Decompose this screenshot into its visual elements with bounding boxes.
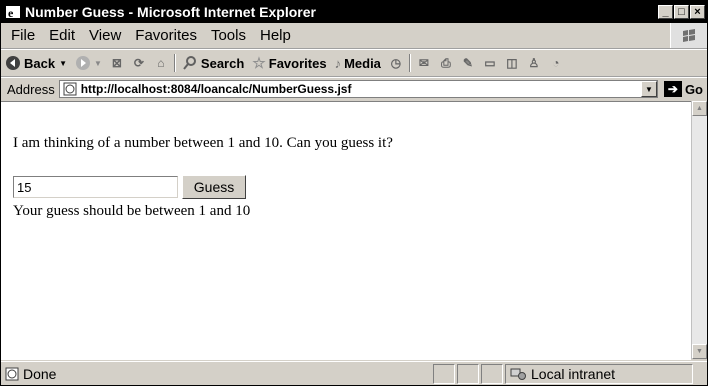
status-pane <box>433 364 455 384</box>
browser-window: e Number Guess - Microsoft Internet Expl… <box>0 0 708 386</box>
menu-file[interactable]: File <box>1 27 42 44</box>
chat-icon[interactable]: ◔ <box>548 55 564 71</box>
back-arrow-icon <box>6 56 20 70</box>
address-label: Address <box>7 81 55 97</box>
close-button[interactable]: × <box>690 5 705 19</box>
media-icon: ♪ <box>334 55 342 71</box>
mail-icon[interactable]: ✉ <box>416 55 432 71</box>
address-dropdown-button[interactable]: ▼ <box>640 81 657 97</box>
menu-help[interactable]: Help <box>253 27 298 44</box>
windows-logo-icon <box>670 23 707 48</box>
window-title: Number Guess - Microsoft Internet Explor… <box>25 4 316 20</box>
menu-view[interactable]: View <box>82 27 128 44</box>
forward-button[interactable]: ▼ <box>71 55 106 71</box>
zone-label: Local intranet <box>531 366 616 382</box>
print-icon[interactable]: ⎙ <box>438 55 454 71</box>
history-icon[interactable]: ◷ <box>388 55 404 71</box>
menu-edit[interactable]: Edit <box>42 27 82 44</box>
resize-grip[interactable] <box>693 364 707 384</box>
forward-arrow-icon <box>76 56 90 70</box>
messenger-icon[interactable]: ♙ <box>526 55 542 71</box>
favorites-label: Favorites <box>268 55 327 71</box>
favorites-button[interactable]: ☆ Favorites <box>248 54 330 72</box>
search-button[interactable]: Search <box>178 55 248 71</box>
menu-bar: File Edit View Favorites Tools Help <box>1 23 707 49</box>
go-label: Go <box>684 81 703 97</box>
status-bar: Done Local intranet <box>1 361 707 385</box>
page-content: I am thinking of a number between 1 and … <box>1 101 691 360</box>
address-url[interactable]: http://localhost:8084/loancalc/NumberGue… <box>81 82 641 96</box>
search-label: Search <box>200 55 245 71</box>
guess-button[interactable]: Guess <box>182 175 246 199</box>
go-button[interactable]: ➔ Go <box>660 81 707 97</box>
media-button[interactable]: ♪ Media <box>331 56 385 71</box>
page-icon <box>63 82 77 96</box>
discuss-icon[interactable]: ▭ <box>482 55 498 71</box>
research-icon[interactable]: ◫ <box>504 55 520 71</box>
scroll-up-arrow[interactable]: ▲ <box>692 101 707 116</box>
menu-tools[interactable]: Tools <box>204 27 253 44</box>
guess-input[interactable] <box>13 176 178 198</box>
title-bar: e Number Guess - Microsoft Internet Expl… <box>1 1 707 23</box>
toolbar-separator <box>173 54 176 72</box>
svg-text:e: e <box>8 6 14 20</box>
standard-toolbar: Back ▼ ▼ ⊠ ⟳ ⌂ Search ☆ Favorites ♪ Medi… <box>1 49 707 77</box>
maximize-button[interactable]: □ <box>674 5 689 19</box>
address-field[interactable]: http://localhost:8084/loancalc/NumberGue… <box>58 80 658 98</box>
status-text: Done <box>23 366 57 382</box>
intranet-icon <box>510 368 526 380</box>
stop-icon[interactable]: ⊠ <box>109 55 125 71</box>
refresh-icon[interactable]: ⟳ <box>131 55 147 71</box>
vertical-scrollbar[interactable]: ▲ ▼ <box>691 101 707 359</box>
menu-favorites[interactable]: Favorites <box>128 27 204 44</box>
go-arrow-icon: ➔ <box>663 81 682 97</box>
ie-logo-icon: e <box>6 6 20 20</box>
star-icon: ☆ <box>252 55 266 72</box>
page-done-icon <box>5 367 19 381</box>
search-icon <box>183 56 196 70</box>
security-zone: Local intranet <box>505 364 693 384</box>
back-label: Back <box>24 55 56 71</box>
media-label: Media <box>344 55 381 71</box>
status-pane <box>481 364 503 384</box>
address-bar: Address http://localhost:8084/loancalc/N… <box>1 77 707 100</box>
scroll-down-arrow[interactable]: ▼ <box>692 344 707 359</box>
status-pane <box>457 364 479 384</box>
guess-prompt: I am thinking of a number between 1 and … <box>13 135 393 151</box>
back-button[interactable]: Back ▼ <box>1 55 71 71</box>
validation-message: Your guess should be between 1 and 10 <box>13 203 251 219</box>
edit-icon[interactable]: ✎ <box>460 55 476 71</box>
minimize-button[interactable]: _ <box>658 5 673 19</box>
home-icon[interactable]: ⌂ <box>153 55 169 71</box>
toolbar-separator <box>408 54 411 72</box>
